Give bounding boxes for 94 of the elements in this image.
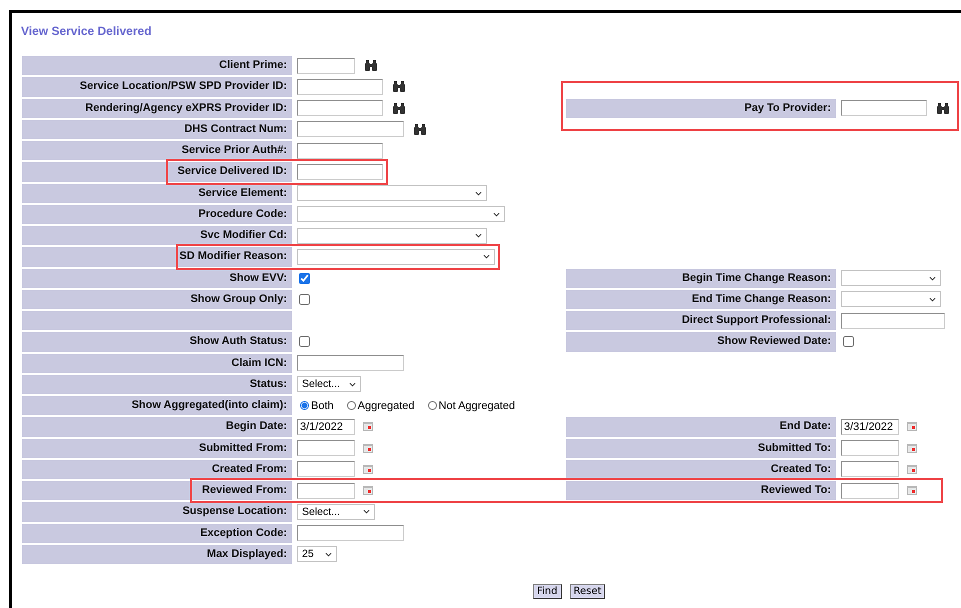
field-label: Direct Support Professional: (566, 311, 836, 330)
binoculars-icon[interactable] (365, 60, 377, 72)
radio-button[interactable] (300, 401, 309, 410)
field-label: Begin Date: (22, 417, 292, 436)
field-label: Begin Time Change Reason: (566, 268, 836, 288)
field-label: Submitted To: (566, 438, 836, 458)
field-label: Claim ICN: (22, 354, 292, 373)
chevron-down-icon (929, 276, 936, 281)
field-label: Pay To Provider: (566, 98, 836, 118)
reset-button[interactable]: Reset (570, 584, 606, 599)
field-label: Service Delivered ID: (22, 162, 292, 182)
chevron-down-icon (349, 382, 356, 387)
text-field[interactable] (297, 100, 383, 116)
field-label: Reviewed To: (566, 481, 836, 500)
calendar-icon[interactable] (363, 464, 373, 474)
dropdown[interactable]: Select... (297, 504, 375, 520)
field-label: Show EVV: (22, 268, 292, 288)
checkbox[interactable] (299, 336, 310, 348)
radio-label: Not Aggregated (438, 400, 515, 412)
dropdown[interactable] (297, 248, 495, 265)
date-field[interactable] (297, 482, 355, 499)
chevron-down-icon (493, 212, 500, 217)
field-label: Created From: (22, 460, 292, 479)
chevron-down-icon (325, 552, 332, 557)
field-label: Svc Modifier Cd: (22, 226, 292, 246)
field-label: Client Prime: (22, 56, 292, 76)
field-label: Submitted From: (22, 438, 292, 458)
field-label: End Date: (566, 417, 836, 436)
field-label: Show Auth Status: (22, 332, 292, 352)
binoculars-icon[interactable] (414, 124, 426, 135)
dropdown[interactable] (841, 270, 941, 286)
chevron-down-icon (475, 190, 482, 196)
binoculars-icon[interactable] (393, 102, 405, 114)
field-label: Procedure Code: (22, 204, 292, 224)
field-label: Reviewed From: (22, 481, 292, 500)
chevron-down-icon (475, 233, 482, 238)
text-field[interactable] (297, 355, 404, 372)
field-label: Exception Code: (22, 524, 292, 543)
date-field[interactable]: 3/31/2022 (841, 418, 899, 435)
field-label: DHS Contract Num: (22, 120, 292, 139)
dropdown[interactable] (297, 185, 487, 202)
dropdown[interactable]: Select... (297, 376, 361, 392)
chevron-down-icon (483, 254, 490, 260)
calendar-icon[interactable] (907, 486, 917, 496)
radio-label: Both (311, 400, 334, 412)
checkbox[interactable] (843, 336, 854, 348)
binoculars-icon[interactable] (937, 102, 949, 114)
chevron-down-icon (929, 296, 936, 302)
checkbox[interactable] (299, 294, 310, 305)
text-field[interactable] (297, 58, 355, 74)
text-field[interactable] (841, 100, 927, 116)
chevron-down-icon (363, 509, 370, 514)
radio-button[interactable] (428, 401, 437, 410)
field-label: Status: (22, 374, 292, 394)
date-field[interactable] (297, 440, 355, 456)
radio-button[interactable] (346, 401, 356, 410)
text-field[interactable] (841, 312, 945, 329)
field-label: Service Location/PSW SPD Provider ID: (22, 77, 292, 96)
date-field[interactable] (297, 461, 355, 478)
field-label: Show Aggregated(into claim): (22, 396, 292, 416)
dropdown[interactable] (297, 206, 505, 222)
calendar-icon[interactable] (363, 444, 373, 453)
find-button[interactable]: Find (533, 584, 562, 599)
calendar-icon[interactable] (363, 422, 373, 432)
date-field[interactable] (841, 461, 899, 478)
date-field[interactable]: 3/1/2022 (297, 418, 355, 435)
calendar-icon[interactable] (907, 422, 917, 432)
text-field[interactable] (297, 164, 383, 180)
dropdown[interactable] (297, 228, 487, 244)
date-field[interactable] (841, 482, 899, 499)
field-label: Service Prior Auth#: (22, 141, 292, 160)
dropdown[interactable]: 25 (297, 546, 337, 562)
field-label: Suspense Location: (22, 502, 292, 522)
text-field[interactable] (297, 78, 383, 95)
field-label: SD Modifier Reason: (22, 247, 292, 266)
text-field[interactable] (297, 121, 404, 138)
binoculars-icon[interactable] (393, 81, 405, 92)
text-field[interactable] (297, 525, 404, 542)
field-label: Created To: (566, 460, 836, 479)
field-label: Max Displayed: (22, 544, 292, 564)
field-label: Service Element: (22, 184, 292, 203)
text-field[interactable] (297, 142, 383, 159)
field-label: End Time Change Reason: (566, 290, 836, 309)
dropdown[interactable] (841, 291, 941, 308)
field-label: Show Reviewed Date: (566, 332, 836, 352)
calendar-icon[interactable] (907, 444, 917, 453)
date-field[interactable] (841, 440, 899, 456)
calendar-icon[interactable] (907, 464, 917, 474)
field-label: Rendering/Agency eXPRS Provider ID: (22, 98, 292, 118)
field-label: Show Group Only: (22, 290, 292, 309)
radio-label: Aggregated (358, 400, 415, 412)
calendar-icon[interactable] (363, 486, 373, 496)
checkbox[interactable] (299, 272, 310, 284)
page-title: View Service Delivered (21, 24, 153, 38)
